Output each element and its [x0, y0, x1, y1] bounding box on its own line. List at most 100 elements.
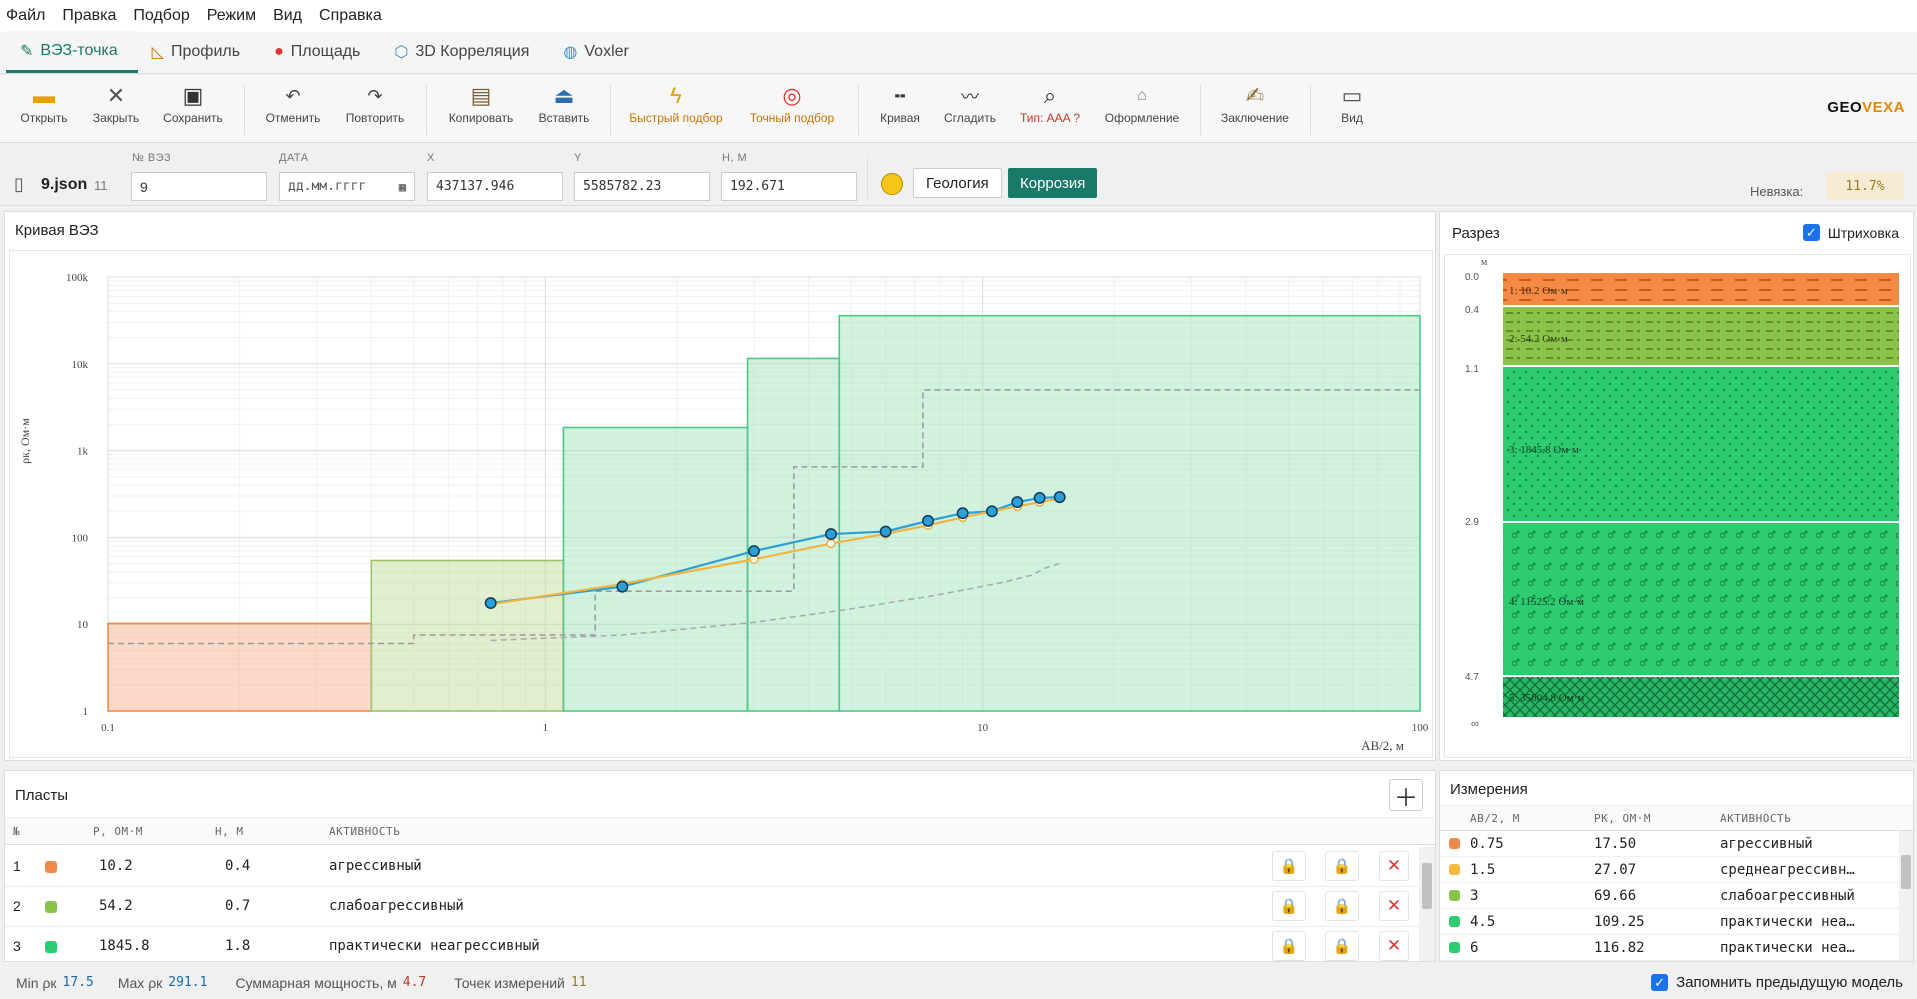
layer-color-swatch[interactable] — [45, 861, 57, 873]
tab-voxler[interactable]: ◍ Voxler — [549, 31, 648, 73]
lock-resistivity-button[interactable]: 🔒 — [1272, 931, 1306, 961]
menu-fit[interactable]: Подбор — [133, 7, 189, 25]
paste-button[interactable]: ⏏ Вставить — [534, 81, 594, 139]
section-panel-title: Разрез — [1452, 225, 1500, 242]
x-tick-label: 100 — [1412, 722, 1429, 734]
measurement-rk[interactable]: 17.50 — [1594, 836, 1636, 852]
layer-color-swatch[interactable] — [45, 901, 57, 913]
delete-layer-button[interactable]: ✕ — [1379, 851, 1409, 881]
copy-button[interactable]: ▤ Копировать — [442, 81, 520, 139]
ves-curve-chart[interactable]: 0.1 1 10 100 1 10 100 1k 10k 100k AB/2, м ρк, Ом·м — [10, 251, 1432, 757]
section-unit-label: м — [1481, 257, 1488, 268]
section-layer-label: 4: 11525.2 Ом·м — [1509, 596, 1584, 608]
view-button[interactable]: ▭ Вид — [1326, 81, 1378, 139]
measurement-ab2[interactable]: 4.5 — [1470, 914, 1495, 930]
tab-area[interactable]: ● Площадь — [260, 31, 380, 73]
measurement-row[interactable]: 1.5 27.07 среднеагрессивн… — [1440, 857, 1899, 883]
type-button[interactable]: ⌕ Тип: AAA ? — [1014, 81, 1086, 139]
delete-layer-button[interactable]: ✕ — [1379, 891, 1409, 921]
y-coordinate-input[interactable]: 5585782.23 — [574, 172, 710, 201]
measurements-scrollbar[interactable] — [1899, 831, 1913, 961]
measurement-ab2[interactable]: 1.5 — [1470, 862, 1495, 878]
hatch-toggle[interactable]: ✓ Штриховка — [1802, 224, 1899, 241]
save-button[interactable]: ▣ Сохранить — [158, 81, 228, 139]
tab-ves-point[interactable]: ✎ ВЭЗ-точка — [6, 31, 138, 73]
measurement-row[interactable]: 0.75 17.50 агрессивный — [1440, 831, 1899, 857]
layer-color-swatch[interactable] — [45, 941, 57, 953]
lock-icon: 🔒 — [1279, 858, 1299, 875]
measurement-ab2[interactable]: 3 — [1470, 888, 1478, 904]
lock-thickness-button[interactable]: 🔒 — [1325, 931, 1359, 961]
layer-row[interactable]: 1 10.2 0.4 агрессивный 🔒 🔒 ✕ — [5, 847, 1435, 887]
measurement-row[interactable]: 6 116.82 практически неа… — [1440, 935, 1899, 961]
col-number: № — [13, 825, 21, 838]
add-layer-button[interactable]: ＋ — [1389, 779, 1423, 812]
layers-scroll-thumb[interactable] — [1422, 863, 1432, 909]
hatch-checkbox[interactable]: ✓ — [1802, 224, 1820, 241]
quick-fit-button[interactable]: ϟ Быстрый подбор — [626, 81, 726, 139]
conclusion-button[interactable]: ✍ Заключение — [1216, 81, 1294, 139]
lock-resistivity-button[interactable]: 🔒 — [1272, 891, 1306, 921]
menu-mode[interactable]: Режим — [207, 7, 256, 25]
measurement-rk[interactable]: 116.82 — [1594, 940, 1645, 956]
measurement-ab2[interactable]: 0.75 — [1470, 836, 1504, 852]
layer-resistivity[interactable]: 10.2 — [99, 858, 133, 874]
measurement-row[interactable]: 3 69.66 слабоагрессивный — [1440, 883, 1899, 909]
styling-label: Оформление — [1104, 111, 1180, 125]
menu-view[interactable]: Вид — [273, 7, 302, 25]
measurement-row[interactable]: 4.5 109.25 практически неа… — [1440, 909, 1899, 935]
precise-fit-label: Точный подбор — [749, 111, 835, 125]
layer-thickness[interactable]: 0.7 — [225, 898, 250, 914]
menu-edit[interactable]: Правка — [62, 7, 116, 25]
layer-row[interactable]: 2 54.2 0.7 слабоагрессивный 🔒 🔒 ✕ — [5, 887, 1435, 927]
redo-button[interactable]: ↷ Повторить — [340, 81, 410, 139]
delete-layer-button[interactable]: ✕ — [1379, 931, 1409, 961]
tab-3d-correlation[interactable]: ⬡ 3D Корреляция — [380, 31, 549, 73]
measurement-ab2[interactable]: 6 — [1470, 940, 1478, 956]
lock-icon: 🔒 — [1279, 898, 1299, 915]
undo-button[interactable]: ↶ Отменить — [258, 81, 328, 139]
layer-row[interactable]: 3 1845.8 1.8 практически неагрессивный 🔒 🔒 ✕ — [5, 927, 1435, 961]
paste-label: Вставить — [538, 111, 590, 125]
open-button[interactable]: ▬ Открыть — [16, 81, 72, 139]
palette-icon[interactable] — [881, 173, 903, 195]
measurement-rk[interactable]: 109.25 — [1594, 914, 1645, 930]
menu-file[interactable]: Файл — [6, 7, 45, 25]
curve-button[interactable]: ╍ Кривая — [872, 81, 928, 139]
measurement-color-swatch — [1449, 916, 1460, 927]
layer-resistivity[interactable]: 1845.8 — [99, 938, 150, 954]
measurement-rk[interactable]: 27.07 — [1594, 862, 1636, 878]
measurement-point — [922, 514, 934, 527]
lock-thickness-button[interactable]: 🔒 — [1325, 891, 1359, 921]
close-button[interactable]: ✕ Закрыть — [88, 81, 144, 139]
ruler-triangle-icon: ◺ — [151, 44, 164, 61]
lock-thickness-button[interactable]: 🔒 — [1325, 851, 1359, 881]
precise-fit-button[interactable]: ◎ Точный подбор — [742, 81, 842, 139]
geology-button[interactable]: Геология — [913, 168, 1002, 198]
y-tick-label: 10k — [72, 359, 89, 371]
model-layer-block — [107, 622, 373, 712]
date-input[interactable]: дд.мм.гггг ▦ — [279, 172, 415, 201]
styling-button[interactable]: ⌂ Оформление — [1100, 81, 1184, 139]
open-label: Открыть — [20, 111, 68, 125]
tab-profile[interactable]: ◺ Профиль — [138, 31, 260, 73]
menu-help[interactable]: Справка — [319, 7, 382, 25]
measurement-point — [879, 525, 892, 538]
measurement-rk[interactable]: 69.66 — [1594, 888, 1636, 904]
layer-thickness[interactable]: 1.8 — [225, 938, 250, 954]
layer-resistivity[interactable]: 54.2 — [99, 898, 133, 914]
layer-thickness[interactable]: 0.4 — [225, 858, 250, 874]
remember-model-toggle[interactable]: ✓ Запомнить предыдущую модель — [1651, 974, 1903, 991]
height-input[interactable]: 192.671 — [721, 172, 857, 201]
lock-resistivity-button[interactable]: 🔒 — [1272, 851, 1306, 881]
ves-number-input[interactable]: 9 — [131, 172, 267, 201]
x-coordinate-input[interactable]: 437137.946 — [427, 172, 563, 201]
measurements-scroll-thumb[interactable] — [1901, 855, 1911, 889]
corrosion-button[interactable]: Коррозия — [1008, 168, 1098, 198]
min-rk-value: 17.5 — [62, 975, 94, 990]
layer-number: 1 — [13, 858, 21, 874]
max-rk-value: 291.1 — [168, 975, 208, 990]
calendar-icon[interactable]: ▦ — [399, 180, 406, 194]
smooth-button[interactable]: 〰 Сгладить — [940, 81, 1000, 139]
remember-model-checkbox[interactable]: ✓ — [1651, 974, 1669, 991]
